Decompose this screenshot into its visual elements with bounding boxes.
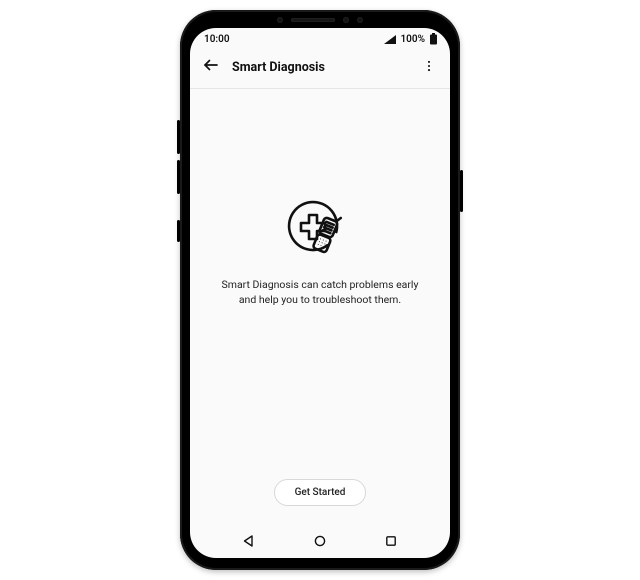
more-options-button[interactable] xyxy=(418,56,440,78)
assistant-button xyxy=(177,220,180,242)
app-body: Smart Diagnosis can catch problems early… xyxy=(190,89,450,479)
status-time: 10:00 xyxy=(204,34,230,45)
description-text: Smart Diagnosis can catch problems early… xyxy=(215,277,425,307)
volume-down-button xyxy=(177,160,180,194)
nav-home-button[interactable] xyxy=(314,532,326,544)
page-title: Smart Diagnosis xyxy=(232,60,408,75)
volume-up-button xyxy=(177,120,180,154)
triangle-back-icon xyxy=(243,532,255,551)
get-started-button[interactable]: Get Started xyxy=(274,479,367,506)
battery-icon xyxy=(429,33,438,45)
nav-back-button[interactable] xyxy=(243,532,255,544)
smart-diagnosis-icon xyxy=(283,197,357,259)
back-button[interactable] xyxy=(200,56,222,78)
arrow-left-icon xyxy=(202,56,220,78)
circle-home-icon xyxy=(314,532,326,551)
signal-icon xyxy=(384,35,396,44)
battery-percent: 100% xyxy=(400,34,425,45)
square-recent-icon xyxy=(385,532,397,551)
nav-recent-button[interactable] xyxy=(385,532,397,544)
system-nav-bar xyxy=(190,520,450,558)
status-bar: 10:00 100% xyxy=(190,28,450,50)
power-button xyxy=(460,170,463,212)
phone-frame: 10:00 100% xyxy=(180,10,460,570)
sensor-cluster xyxy=(277,17,363,23)
screen: 10:00 100% xyxy=(190,28,450,558)
more-vertical-icon xyxy=(422,58,436,77)
app-header: Smart Diagnosis xyxy=(190,50,450,88)
